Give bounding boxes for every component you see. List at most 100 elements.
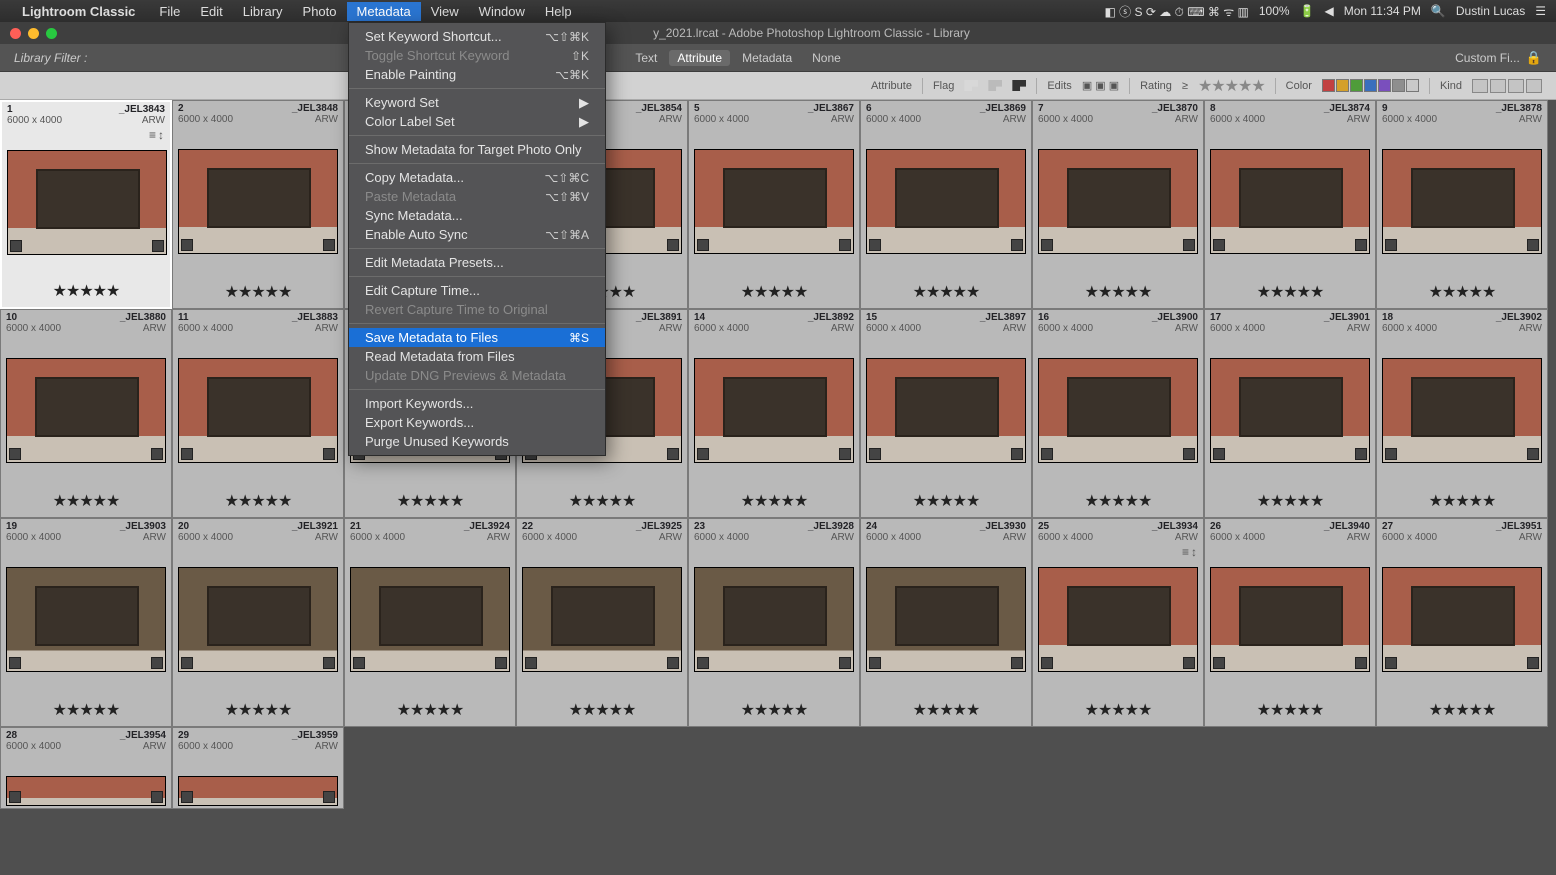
thumbnail-image[interactable] (6, 358, 166, 463)
menu-help[interactable]: Help (535, 2, 582, 21)
thumbnail-cell[interactable]: 2_JEL38486000 x 4000ARW★★★★★ (172, 100, 344, 309)
thumbnail-image[interactable] (866, 358, 1026, 463)
thumbnail-cell[interactable]: 28_JEL39546000 x 4000ARW (0, 727, 172, 809)
close-icon[interactable] (10, 28, 21, 39)
filter-tab-none[interactable]: None (804, 50, 849, 66)
rating-stars[interactable]: ★★★★★ (225, 700, 292, 720)
thumbnail-cell[interactable]: 25_JEL39346000 x 4000ARW≡↕★★★★★ (1032, 518, 1204, 727)
thumbnail-image[interactable] (694, 567, 854, 672)
menu-item[interactable]: Read Metadata from Files (349, 347, 605, 366)
menu-item[interactable]: Keyword Set▶ (349, 93, 605, 112)
thumbnail-cell[interactable]: 20_JEL39216000 x 4000ARW★★★★★ (172, 518, 344, 727)
menu-metadata[interactable]: Metadata (347, 2, 421, 21)
menu-library[interactable]: Library (233, 2, 293, 21)
thumbnail-image[interactable] (1210, 358, 1370, 463)
filter-preset[interactable]: Custom Fi... (1455, 51, 1520, 65)
lock-icon[interactable]: 🔒 (1526, 50, 1542, 66)
rating-stars[interactable]: ★★★★★ (225, 491, 292, 511)
menu-item[interactable]: Enable Painting⌥⌘K (349, 65, 605, 84)
thumbnail-image[interactable] (1382, 358, 1542, 463)
menu-item[interactable]: Show Metadata for Target Photo Only (349, 140, 605, 159)
filter-tab-attribute[interactable]: Attribute (669, 50, 730, 66)
rating-stars[interactable]: ★★★★★ (1429, 700, 1496, 720)
traffic-lights[interactable] (0, 28, 67, 39)
thumbnail-image[interactable] (694, 149, 854, 254)
thumbnail-cell[interactable]: 18_JEL39026000 x 4000ARW★★★★★ (1376, 309, 1548, 518)
thumbnail-image[interactable] (1210, 149, 1370, 254)
rating-stars[interactable]: ★★★★★ (741, 491, 808, 511)
thumbnail-cell[interactable]: 23_JEL39286000 x 4000ARW★★★★★ (688, 518, 860, 727)
thumbnail-image[interactable] (694, 358, 854, 463)
thumbnail-cell[interactable]: 17_JEL39016000 x 4000ARW★★★★★ (1204, 309, 1376, 518)
thumbnail-image[interactable] (866, 149, 1026, 254)
thumbnail-cell[interactable]: 22_JEL39256000 x 4000ARW★★★★★ (516, 518, 688, 727)
rating-stars[interactable]: ★★★★★ (569, 700, 636, 720)
thumbnail-image[interactable] (1038, 567, 1198, 672)
thumbnail-image[interactable] (1382, 149, 1542, 254)
menu-item[interactable]: Import Keywords... (349, 394, 605, 413)
menu-item[interactable]: Export Keywords... (349, 413, 605, 432)
thumbnail-cell[interactable]: 24_JEL39306000 x 4000ARW★★★★★ (860, 518, 1032, 727)
rating-stars[interactable]: ★★★★★ (53, 281, 120, 301)
app-name[interactable]: Lightroom Classic (22, 4, 135, 19)
thumbnail-cell[interactable]: 1_JEL38436000 x 4000ARW≡↕★★★★★ (0, 100, 172, 309)
rating-stars[interactable]: ★★★★★ (397, 700, 464, 720)
rating-stars[interactable]: ★★★★★ (913, 282, 980, 302)
rating-stars[interactable]: ★★★★★ (913, 491, 980, 511)
thumbnail-cell[interactable]: 27_JEL39516000 x 4000ARW★★★★★ (1376, 518, 1548, 727)
rating-stars[interactable]: ★★★★★ (53, 700, 120, 720)
menu-item[interactable]: Purge Unused Keywords (349, 432, 605, 451)
thumbnail-image[interactable] (1210, 567, 1370, 672)
volume-icon[interactable]: ◀ (1325, 4, 1334, 18)
thumbnail-cell[interactable]: 19_JEL39036000 x 4000ARW★★★★★ (0, 518, 172, 727)
menu-file[interactable]: File (149, 2, 190, 21)
thumbnail-cell[interactable]: 7_JEL38706000 x 4000ARW★★★★★ (1032, 100, 1204, 309)
thumbnail-grid[interactable]: 1_JEL38436000 x 4000ARW≡↕★★★★★2_JEL38486… (0, 100, 1556, 875)
thumbnail-cell[interactable]: 21_JEL39246000 x 4000ARW★★★★★ (344, 518, 516, 727)
thumbnail-cell[interactable]: 9_JEL38786000 x 4000ARW★★★★★ (1376, 100, 1548, 309)
menu-edit[interactable]: Edit (190, 2, 232, 21)
rating-stars[interactable]: ★★★★★ (741, 282, 808, 302)
thumbnail-cell[interactable]: 16_JEL39006000 x 4000ARW★★★★★ (1032, 309, 1204, 518)
filter-tab-metadata[interactable]: Metadata (734, 50, 800, 66)
rating-stars[interactable]: ★★★★★ (1085, 282, 1152, 302)
rating-stars[interactable]: ★★★★★ (741, 700, 808, 720)
thumbnail-image[interactable] (1038, 149, 1198, 254)
rating-stars[interactable]: ★★★★★ (1257, 491, 1324, 511)
color-swatch[interactable] (1364, 79, 1377, 92)
thumbnail-cell[interactable]: 10_JEL38806000 x 4000ARW★★★★★ (0, 309, 172, 518)
thumbnail-cell[interactable]: 26_JEL39406000 x 4000ARW★★★★★ (1204, 518, 1376, 727)
rating-stars[interactable]: ★★★★★ (1257, 282, 1324, 302)
rating-stars[interactable]: ★★★★★ (1085, 491, 1152, 511)
filter-tab-text[interactable]: Text (627, 50, 665, 66)
thumbnail-cell[interactable]: 29_JEL39596000 x 4000ARW (172, 727, 344, 809)
menu-window[interactable]: Window (469, 2, 535, 21)
flag-rejected-icon[interactable] (1012, 80, 1026, 91)
menu-item[interactable]: Copy Metadata...⌥⇧⌘C (349, 168, 605, 187)
flag-picked-icon[interactable] (964, 80, 978, 91)
rating-stars[interactable]: ★★★★★ (1198, 76, 1265, 96)
thumbnail-cell[interactable]: 5_JEL38676000 x 4000ARW★★★★★ (688, 100, 860, 309)
thumbnail-image[interactable] (178, 149, 338, 254)
menu-item[interactable]: Edit Capture Time... (349, 281, 605, 300)
rating-stars[interactable]: ★★★★★ (1429, 491, 1496, 511)
menu-photo[interactable]: Photo (293, 2, 347, 21)
color-swatch[interactable] (1378, 79, 1391, 92)
thumbnail-image[interactable] (522, 567, 682, 672)
menu-item[interactable]: Sync Metadata... (349, 206, 605, 225)
minimize-icon[interactable] (28, 28, 39, 39)
thumbnail-cell[interactable]: 6_JEL38696000 x 4000ARW★★★★★ (860, 100, 1032, 309)
search-icon[interactable]: 🔍 (1431, 4, 1446, 18)
rating-stars[interactable]: ★★★★★ (913, 700, 980, 720)
thumbnail-image[interactable] (6, 567, 166, 672)
thumbnail-image[interactable] (1038, 358, 1198, 463)
thumbnail-image[interactable] (866, 567, 1026, 672)
rating-stars[interactable]: ★★★★★ (53, 491, 120, 511)
metadata-menu[interactable]: Set Keyword Shortcut...⌥⇧⌘KToggle Shortc… (348, 22, 606, 456)
thumbnail-image[interactable] (178, 567, 338, 672)
menu-view[interactable]: View (421, 2, 469, 21)
thumbnail-cell[interactable]: 14_JEL38926000 x 4000ARW★★★★★ (688, 309, 860, 518)
rating-stars[interactable]: ★★★★★ (1429, 282, 1496, 302)
kind-buttons[interactable] (1472, 79, 1542, 93)
menu-icon[interactable]: ☰ (1535, 4, 1546, 18)
